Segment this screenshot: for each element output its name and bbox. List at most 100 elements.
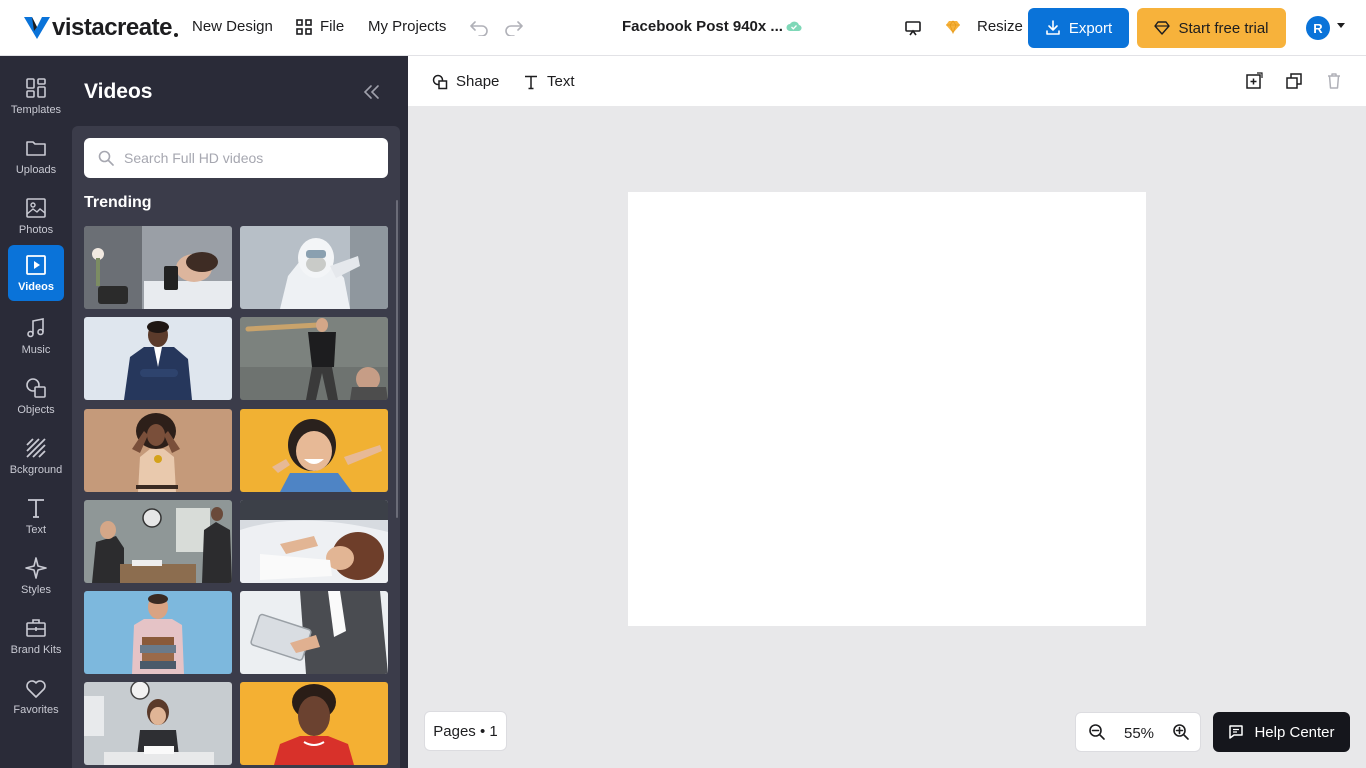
collapse-panel-icon[interactable]: [362, 84, 382, 100]
document-title[interactable]: Facebook Post 940x ...: [622, 18, 783, 35]
sidebar-item-label: Objects: [17, 404, 55, 416]
present-icon: [905, 21, 921, 36]
panel-scrollbar[interactable]: [396, 200, 398, 518]
sidebar-item-label: Favorites: [13, 704, 59, 716]
thumbnail-image: [84, 500, 232, 583]
sidebar-item-label: Styles: [21, 584, 51, 596]
videos-panel: Videos Trending: [72, 56, 408, 768]
thumbnail-image: [84, 226, 232, 309]
text-button[interactable]: Text: [523, 73, 575, 90]
chevron-down-icon[interactable]: [1336, 22, 1346, 30]
thumbnail-image: [240, 226, 388, 309]
video-icon: [26, 255, 46, 275]
shape-label: Shape: [456, 73, 500, 90]
video-thumbnail-man-holding-books[interactable]: [84, 591, 232, 674]
trash-icon[interactable]: [1325, 72, 1343, 90]
sidebar-item-videos[interactable]: Videos: [8, 245, 64, 301]
video-thumbnail-woman-at-desk-with-clock[interactable]: [84, 682, 232, 765]
video-thumbnail-woman-in-bed-with-phone[interactable]: [84, 226, 232, 309]
text-label: Text: [547, 73, 575, 90]
thumbnail-image: [240, 682, 388, 765]
diamond-icon: [946, 19, 960, 34]
sidebar-item-background[interactable]: Bckground: [8, 428, 64, 484]
sidebar-item-objects[interactable]: Objects: [8, 368, 64, 424]
thumbnail-image: [84, 591, 232, 674]
sidebar-item-templates[interactable]: Templates: [8, 68, 64, 124]
zoom-control: 55%: [1075, 712, 1201, 752]
resize-label: Resize: [977, 18, 1023, 35]
export-button[interactable]: Export: [1028, 8, 1129, 48]
thumbnail-image: [240, 409, 388, 492]
heart-icon: [26, 680, 46, 698]
trial-label: Start free trial: [1178, 19, 1269, 37]
resize-button[interactable]: Resize: [945, 18, 1023, 35]
shape-button[interactable]: Shape: [432, 73, 499, 90]
video-thumbnail-man-with-baseball-bat[interactable]: [240, 317, 388, 400]
file-menu[interactable]: File: [296, 18, 344, 35]
thumbnail-image: [84, 409, 232, 492]
diamond-icon: [1154, 21, 1171, 35]
new-design-button[interactable]: New Design: [192, 18, 273, 35]
duplicate-icon[interactable]: [1285, 72, 1303, 90]
videos-panel-content: Trending: [72, 126, 400, 768]
video-thumbnail-woman-lying-on-pillow[interactable]: [240, 500, 388, 583]
sidebar-item-label: Text: [25, 524, 47, 536]
sidebar-item-text[interactable]: Text: [8, 488, 64, 544]
logo-dot: [173, 33, 178, 37]
search-box[interactable]: [84, 138, 388, 178]
text-icon: [525, 75, 537, 89]
video-thumbnail-person-in-hazmat-suit[interactable]: [240, 226, 388, 309]
briefcase-icon: [26, 619, 46, 637]
zoom-out-icon[interactable]: [1088, 723, 1106, 741]
search-input[interactable]: [124, 150, 374, 166]
add-page-icon[interactable]: [1245, 72, 1263, 90]
file-label: File: [320, 18, 345, 35]
start-free-trial-button[interactable]: Start free trial: [1137, 8, 1286, 48]
sidebar-item-favorites[interactable]: Favorites: [8, 668, 64, 724]
undo-button[interactable]: [467, 16, 491, 40]
zoom-level[interactable]: 55%: [1124, 725, 1154, 742]
video-thumbnail-woman-with-headache[interactable]: [84, 409, 232, 492]
folder-icon: [26, 141, 46, 156]
sidebar-item-label: Videos: [18, 281, 54, 293]
zoom-in-icon[interactable]: [1172, 723, 1190, 741]
sidebar-item-brand-kits[interactable]: Brand Kits: [8, 608, 64, 664]
sidebar-item-music[interactable]: Music: [8, 308, 64, 364]
sidebar-item-uploads[interactable]: Uploads: [8, 128, 64, 184]
chat-icon: [1229, 725, 1244, 739]
logo-mark-icon: [24, 17, 50, 39]
music-icon: [27, 318, 44, 338]
design-canvas[interactable]: [628, 192, 1146, 626]
video-thumbnail-businesswoman-with-tablet[interactable]: [240, 591, 388, 674]
thumbnail-image: [240, 591, 388, 674]
video-thumbnail-businessman-checking-watch[interactable]: [84, 317, 232, 400]
video-thumbnail-man-red-shirt-yellow-background[interactable]: [240, 682, 388, 765]
logo-text: vistacreate: [52, 14, 172, 41]
present-button[interactable]: [901, 16, 925, 40]
section-title-trending: Trending: [84, 194, 152, 211]
help-center-button[interactable]: Help Center: [1213, 712, 1350, 752]
redo-button[interactable]: [502, 16, 526, 40]
pages-button[interactable]: Pages • 1: [424, 711, 507, 751]
video-thumbnail-business-meeting-office[interactable]: [84, 500, 232, 583]
export-label: Export: [1068, 19, 1113, 37]
my-projects-button[interactable]: My Projects: [368, 18, 446, 35]
vistacreate-logo[interactable]: vistacreate: [24, 14, 178, 42]
sidebar-item-styles[interactable]: Styles: [8, 548, 64, 604]
thumbnail-image: [84, 317, 232, 400]
download-icon: [1046, 20, 1060, 35]
redo-icon: [505, 21, 523, 36]
thumbnail-image: [240, 317, 388, 400]
search-icon: [98, 150, 114, 166]
grid-icon: [296, 18, 312, 35]
help-center-label: Help Center: [1254, 723, 1335, 741]
panel-title: Videos: [84, 80, 153, 103]
sidebar-item-label: Photos: [18, 224, 54, 236]
video-thumbnail-smiling-girl-yellow-background[interactable]: [240, 409, 388, 492]
undo-icon: [470, 21, 488, 36]
avatar[interactable]: R: [1306, 16, 1330, 40]
thumbnail-image: [240, 500, 388, 583]
sidebar-item-label: Music: [21, 344, 51, 356]
sidebar-item-photos[interactable]: Photos: [8, 188, 64, 244]
sidebar-item-label: Templates: [10, 104, 62, 116]
